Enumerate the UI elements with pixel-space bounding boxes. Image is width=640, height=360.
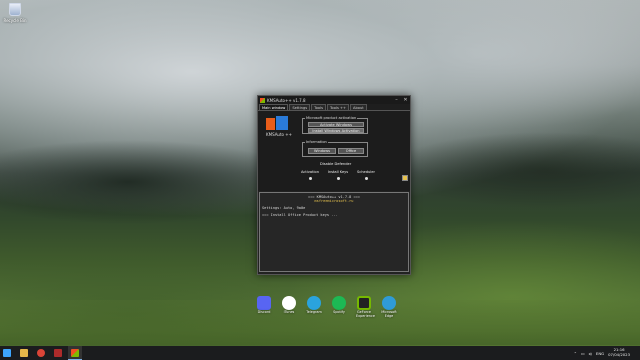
toggle-label: Scheduler [357,170,375,174]
app-icon [260,97,265,103]
office-logo-icon [266,116,288,130]
folder-icon [20,349,28,357]
chevron-up-icon[interactable]: ⌃ [574,351,577,356]
desktop-icon-label: Recycle Bin [3,18,27,23]
toggle-row: Activation Install Keys Scheduler [298,170,378,184]
desktop-dock: Discord iTunes Telegram Spotify GeForce … [256,296,397,326]
information-group: Information Windows Office [302,140,368,157]
dock-app-label: Microsoft Edge [381,310,397,318]
radio-icon[interactable] [336,177,340,180]
dock-app-discord[interactable]: Discord [256,296,272,326]
recycle-bin-icon [9,3,21,16]
dock-app-spotify[interactable]: Spotify [331,296,347,326]
edge-icon [54,349,62,357]
dock-app-edge[interactable]: Microsoft Edge [381,296,397,326]
taskbar-file-explorer[interactable] [17,346,31,360]
radio-icon[interactable] [364,177,368,180]
tab-tools-plus[interactable]: Tools ++ [326,104,349,110]
office-info-button[interactable]: Office [338,148,364,154]
language-indicator[interactable]: ENG [596,351,604,356]
spotify-icon [332,296,346,310]
toggle-label: Install Keys [327,170,349,174]
taskbar-chrome[interactable] [34,346,48,360]
tab-tools[interactable]: Tools [311,104,326,110]
network-icon[interactable]: ▭ [581,351,585,356]
window-titlebar[interactable]: KMSAuto++ v1.7.8 – ✕ [258,96,410,104]
windows-logo-icon [3,349,11,357]
tab-bar: Main window Settings Tools Tools ++ Abou… [258,104,410,111]
minimize-icon[interactable]: – [392,96,401,104]
kmsauto-icon [71,348,79,357]
system-tray: ⌃ ▭ ◂) ENG 21:16 07/04/2023 [574,346,630,360]
main-pane: KMSAuto ++ Microsoft product activation … [258,111,410,191]
dock-app-label: Spotify [333,310,345,314]
dock-app-label: Telegram [306,310,322,314]
taskbar-edge[interactable] [51,346,65,360]
activation-group-label: Microsoft product activation [305,116,358,120]
radio-icon[interactable] [308,177,312,180]
toggle-scheduler[interactable]: Scheduler [354,170,378,184]
dock-app-label: GeForce Experience [356,310,375,318]
dock-app-geforce[interactable]: GeForce Experience [356,296,375,326]
dock-app-itunes[interactable]: iTunes [281,296,297,326]
desktop-icon-recycle-bin[interactable]: Recycle Bin [3,3,27,23]
clock-date: 07/04/2023 [608,352,630,357]
disable-defender-link[interactable]: Disable Defender [320,162,351,166]
clock[interactable]: 21:16 07/04/2023 [608,348,630,357]
dock-app-label: iTunes [283,310,295,314]
tab-main-window[interactable]: Main window [259,104,289,110]
close-icon[interactable]: ✕ [401,96,410,104]
chrome-icon [37,349,45,357]
toggle-label: Activation [301,170,319,174]
geforce-icon [357,296,371,310]
edge-icon [382,296,396,310]
windows-info-button[interactable]: Windows [308,148,336,154]
pin-button[interactable] [402,175,408,181]
taskbar: ⌃ ▭ ◂) ENG 21:16 07/04/2023 [0,346,640,360]
console-line: === Install Office Product keys ... [262,213,338,217]
toggle-activation[interactable]: Activation [298,170,322,184]
taskbar-kmsauto[interactable] [68,346,82,360]
itunes-icon [282,296,296,310]
kmsauto-window: KMSAuto++ v1.7.8 – ✕ Main window Setting… [257,95,411,275]
tab-about[interactable]: About [350,104,367,110]
start-button[interactable] [0,346,14,360]
activation-group: Microsoft product activation Activate Wi… [302,116,368,134]
activate-windows-button[interactable]: Activate Windows [308,122,364,127]
dock-app-telegram[interactable]: Telegram [306,296,322,326]
tab-settings[interactable]: Settings [289,104,311,110]
telegram-icon [307,296,321,310]
discord-icon [257,296,271,310]
dock-app-label: Discord [257,310,271,314]
console-settings: Settings: Auto, 9a0e [262,206,306,210]
toggle-install-keys[interactable]: Install Keys [326,170,350,184]
install-activation-button[interactable]: Install Windows Activation [308,128,364,133]
logo-text: KMSAuto ++ [266,132,292,137]
console-output: === KMSAuto++ v1.7.8 === msfreemicrosoft… [259,192,409,272]
console-site-link[interactable]: msfreemicrosoft.ru [262,199,406,203]
window-title: KMSAuto++ v1.7.8 [267,97,306,103]
volume-icon[interactable]: ◂) [589,351,592,356]
information-group-label: Information [305,140,328,144]
